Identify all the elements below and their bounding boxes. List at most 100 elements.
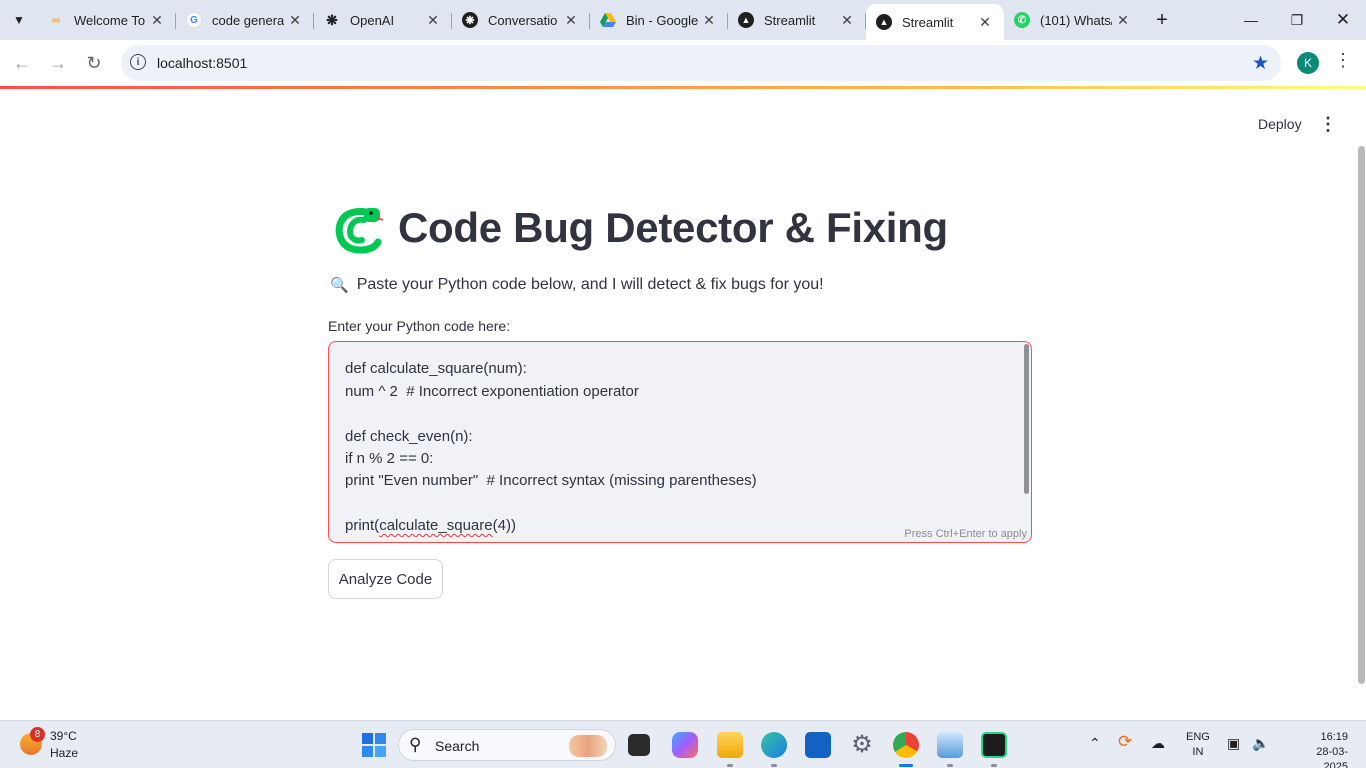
address-bar[interactable]: i localhost:8501 ★ [121,45,1281,81]
back-button[interactable]: ← [9,50,35,76]
code-line: def calculate_square(num): [345,360,527,377]
whatsapp-icon: ✆ [1014,12,1030,28]
chatgpt-icon: ❋ [462,12,478,28]
tab-google-drive[interactable]: Bin - Google ✕ [590,4,728,36]
tab-code-generator[interactable]: G code genera ✕ [176,4,314,36]
close-icon[interactable]: ✕ [146,9,168,31]
restore-button[interactable]: ❐ [1274,0,1320,40]
profile-avatar[interactable]: K [1297,52,1319,74]
close-icon[interactable]: ✕ [836,9,858,31]
tab-openai[interactable]: ❋ OpenAI ✕ [314,4,452,36]
browser-menu-icon[interactable]: ⋮ [1334,50,1352,71]
minimize-button[interactable]: — [1228,0,1274,40]
subtitle-text: Paste your Python code below, and I will… [356,276,824,293]
page-title: Code Bug Detector & Fixing [398,204,948,251]
weather-temperature[interactable]: 39°C [50,729,77,743]
copilot-icon[interactable] [672,732,698,758]
tab-whatsapp[interactable]: ✆ (101) Whats/ ✕ [1004,4,1142,36]
weather-badge: 8 [30,727,45,742]
tab-strip: ▼ ∞ Welcome To ✕ G code genera ✕ ❋ OpenA… [0,0,1366,40]
code-line: print "Even number" # Incorrect syntax (… [345,472,757,489]
weather-condition[interactable]: Haze [50,746,78,760]
reload-button[interactable]: ↻ [81,50,107,76]
streamlit-icon: ▲ [738,12,754,28]
tab-streamlit-active[interactable]: ▲ Streamlit ✕ [866,4,1004,40]
snake-logo-icon [334,206,384,254]
main-menu-icon[interactable]: ⋮ [1318,112,1338,136]
tab-title: (101) Whats/ [1040,12,1112,28]
windows-taskbar: 8 39°C Haze ⚲ Search ⚙ ⌃ ⟳ ☁ ENG IN ▣ 🔈 … [0,720,1366,768]
search-icon: ⚲ [409,735,422,754]
close-icon[interactable]: ✕ [284,9,306,31]
code-line: if n % 2 == 0: [345,450,434,467]
close-icon: ✕ [1335,10,1351,29]
pycharm-icon[interactable] [981,732,1007,758]
arrow-right-icon: → [49,52,67,73]
tab-title: Streamlit [902,14,954,30]
tab-welcome[interactable]: ∞ Welcome To ✕ [38,4,176,36]
arrow-left-icon: ← [13,52,31,73]
tab-title: Bin - Google [626,12,698,28]
close-icon[interactable]: ✕ [422,9,444,31]
microsoft-store-icon[interactable] [805,732,831,758]
tab-search-button[interactable]: ▼ [6,8,32,32]
taskbar-search[interactable]: ⚲ Search [398,729,616,761]
url-text: localhost:8501 [157,55,248,71]
bookmark-star-icon[interactable]: ★ [1252,52,1269,75]
tab-title: code genera [212,12,284,28]
volume-icon[interactable]: 🔈 [1252,735,1269,752]
chevron-up-icon[interactable]: ⌃ [1089,735,1101,752]
search-highlight-art [569,735,607,757]
code-line-last: print(calculate_square(4)) [345,517,516,534]
tab-streamlit-1[interactable]: ▲ Streamlit ✕ [728,4,866,36]
spellcheck-underline: calculate_square [379,517,493,534]
close-icon[interactable]: ✕ [974,11,996,33]
page-subtitle: 🔍 Paste your Python code below, and I wi… [330,276,824,294]
streamlit-icon: ▲ [876,14,892,30]
tab-title: Welcome To [74,12,146,28]
reload-icon: ↻ [86,52,102,73]
windows-start-icon[interactable] [361,732,387,758]
tab-list: ∞ Welcome To ✕ G code genera ✕ ❋ OpenAI … [38,4,1142,40]
google-icon: G [186,12,202,28]
sync-icon[interactable]: ⟳ [1118,732,1132,752]
settings-gear-icon[interactable]: ⚙ [849,732,875,758]
file-explorer-icon[interactable] [717,732,743,758]
cloud-offline-icon[interactable]: ☁ [1151,735,1165,752]
close-window-button[interactable]: ✕ [1320,0,1366,40]
code-line: num ^ 2 # Incorrect exponentiation opera… [345,383,639,400]
google-drive-icon [600,12,616,28]
plus-icon: + [1156,8,1168,31]
minimize-icon: — [1244,12,1258,28]
input-language[interactable]: ENG IN [1186,730,1210,760]
edge-browser-icon[interactable] [761,732,787,758]
tab-title: Streamlit [764,12,816,28]
apply-hint: Press Ctrl+Enter to apply [904,528,1027,540]
page-scrollbar[interactable] [1358,146,1365,684]
code-input-label: Enter your Python code here: [328,318,511,334]
forward-button[interactable]: → [45,50,71,76]
close-icon[interactable]: ✕ [1112,9,1134,31]
tab-conversation[interactable]: ❋ Conversatio ✕ [452,4,590,36]
deploy-button[interactable]: Deploy [1250,112,1310,136]
colab-icon: ∞ [51,13,61,27]
close-icon[interactable]: ✕ [560,9,582,31]
textarea-scrollbar[interactable] [1024,344,1029,494]
chrome-icon[interactable] [893,732,919,758]
code-line: def check_even(n): [345,428,473,445]
photos-app-icon[interactable] [937,732,963,758]
site-info-icon[interactable]: i [130,54,146,70]
code-textarea[interactable]: def calculate_square(num): num ^ 2 # Inc… [328,341,1032,543]
tab-title: Conversatio [488,12,558,28]
system-clock[interactable]: 16:19 28-03-2025 [1296,730,1348,768]
browser-toolbar: ← → ↻ i localhost:8501 ★ K ⋮ [0,40,1366,86]
chevron-down-icon: ▼ [13,13,25,27]
network-icon[interactable]: ▣ [1227,735,1240,752]
new-tab-button[interactable]: + [1150,8,1174,32]
task-view-icon[interactable] [628,734,650,756]
close-icon[interactable]: ✕ [698,9,720,31]
analyze-code-button[interactable]: Analyze Code [328,559,443,599]
restore-icon: ❐ [1290,11,1304,28]
streamlit-decoration-bar [0,86,1366,89]
magnifying-glass-icon: 🔍 [330,277,349,294]
